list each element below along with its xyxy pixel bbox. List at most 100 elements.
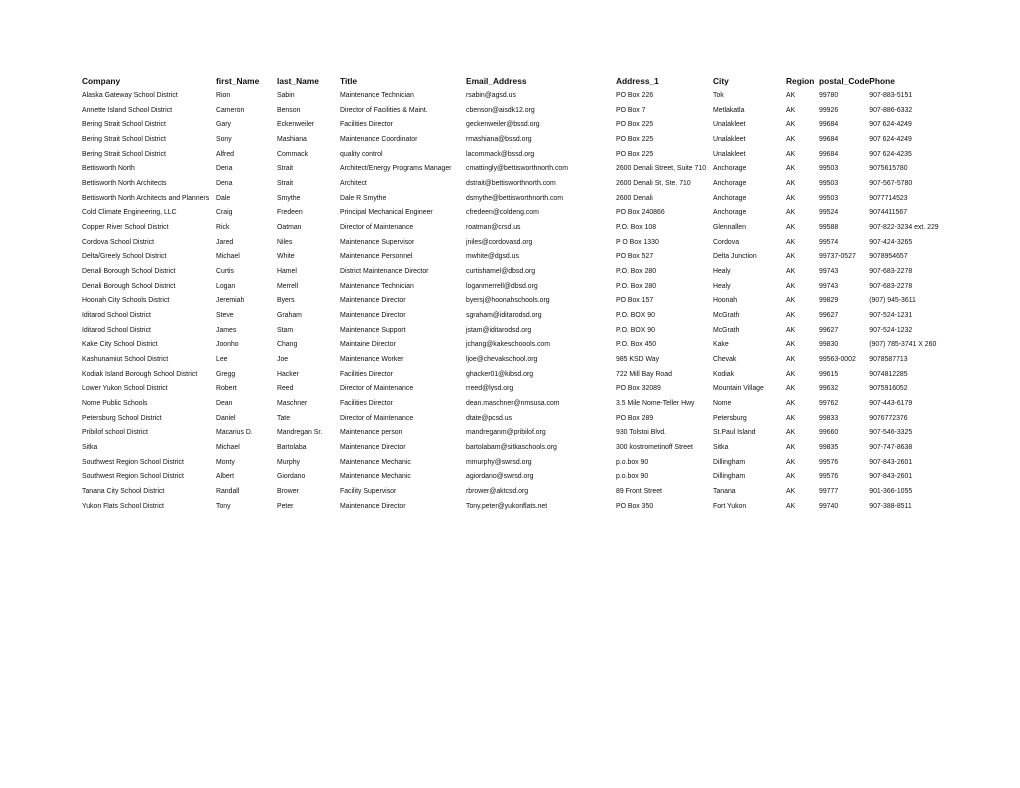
cell-city: Sitka [713, 443, 729, 451]
cell-address: PO Box 157 [616, 297, 654, 305]
cell-address: 300 kostrometinoff Street [616, 443, 693, 451]
cell-company: Pribilof school District [82, 429, 148, 437]
cell-postal-code: 99660 [819, 429, 839, 437]
cell-email-address: rsabin@agsd.us [466, 91, 516, 99]
cell-postal-code: 99743 [819, 267, 839, 275]
cell-last-name: Peter [277, 502, 294, 510]
cell-last-name: Maschner [277, 399, 308, 407]
cell-region: AK [786, 91, 796, 99]
cell-region: AK [786, 150, 796, 158]
cell-address: PO Box 226 [616, 91, 654, 99]
cell-postal-code: 99503 [819, 194, 839, 202]
cell-address: p.o.box 90 [616, 473, 649, 481]
table-row: Cordova School District Jared Niles Mainten… [82, 235, 939, 250]
table-row: Kake City School District Joonho Chang Main… [82, 337, 939, 352]
cell-last-name: Giordano [277, 473, 306, 481]
cell-address: 2600 Denali Street, Suite 710 [616, 165, 707, 173]
cell-phone: 907-843-2601 [869, 458, 913, 466]
column-header-city: City [713, 76, 729, 86]
cell-phone: 907 624-4249 [869, 121, 912, 129]
cell-postal-code: 99743 [819, 282, 839, 290]
cell-city: McGrath [713, 326, 740, 334]
table-row: Annette Island School District Cameron Ben… [82, 103, 939, 118]
cell-last-name: Eckenweiler [277, 121, 315, 129]
cell-postal-code: 99524 [819, 209, 839, 217]
cell-first-name: Daniel [216, 414, 236, 422]
cell-company: Bering Strait School District [82, 135, 166, 143]
cell-first-name: Rion [216, 91, 231, 99]
cell-address: P.O. BOX 90 [616, 326, 655, 334]
cell-region: AK [786, 311, 796, 319]
cell-last-name: Oatman [277, 223, 302, 231]
cell-last-name: Mandregan Sr. [277, 429, 323, 437]
table-row: Denali Borough School District Curtis Hame… [82, 264, 939, 279]
cell-region: AK [786, 106, 796, 114]
cell-title: Principal Mechanical Engineer [340, 209, 433, 217]
cell-company: Iditarod School District [82, 326, 151, 334]
cell-company: Cold Climate Engineering, LLC [82, 209, 177, 217]
cell-postal-code: 99576 [819, 473, 839, 481]
cell-city: Kodiak [713, 370, 735, 378]
cell-first-name: Tony [216, 502, 231, 510]
cell-city: Anchorage [713, 165, 747, 173]
cell-region: AK [786, 341, 796, 349]
table-row: Alaska Gateway School District Rion Sabin M… [82, 88, 939, 103]
cell-first-name: Steve [216, 311, 234, 319]
cell-address: PO Box 240866 [616, 209, 665, 217]
cell-company: Kodiak Island Borough School District [82, 370, 198, 378]
cell-last-name: Joe [277, 355, 289, 363]
column-header-address: Address_1 [616, 76, 659, 86]
cell-title: Maintenance Director [340, 297, 406, 305]
cell-last-name: Byers [277, 297, 295, 305]
cell-city: Healy [713, 282, 731, 290]
cell-region: AK [786, 179, 796, 187]
cell-company: Bettisworth North [82, 165, 135, 173]
cell-first-name: Michael [216, 443, 240, 451]
cell-city: Tanana [713, 487, 736, 495]
cell-first-name: Robert [216, 385, 237, 393]
cell-email-address: mandreganm@pribilof.org [466, 429, 546, 437]
cell-city: Unalakleet [713, 135, 746, 143]
table-row: Delta/Greely School District Michael White… [82, 249, 939, 264]
table-row: Yukon Flats School District Tony Peter Main… [82, 499, 939, 514]
cell-address: P O Box 1330 [616, 238, 659, 246]
cell-phone: 907 624-4249 [869, 135, 912, 143]
column-header-phone: Phone [869, 76, 895, 86]
cell-last-name: Smythe [277, 194, 301, 202]
cell-title: Maintenance Director [340, 502, 406, 510]
cell-email-address: ljoe@chevakschool.org [466, 355, 538, 363]
cell-address: PO Box 7 [616, 106, 646, 114]
cell-email-address: rreed@lysd.org [466, 385, 514, 393]
cell-address: 89 Front Street [616, 487, 662, 495]
cell-address: 985 KSD Way [616, 355, 660, 363]
cell-company: Denali Borough School District [82, 282, 176, 290]
cell-address: PO Box 350 [616, 502, 654, 510]
cell-region: AK [786, 121, 796, 129]
cell-first-name: Sony [216, 135, 232, 143]
cell-last-name: Benson [277, 106, 301, 114]
table-row: Bettisworth North Architects Dena Strait Ar… [82, 176, 939, 191]
cell-phone: 9078954657 [869, 253, 908, 261]
cell-email-address: agiordano@swrsd.org [466, 473, 534, 481]
cell-region: AK [786, 297, 796, 305]
cell-city: Healy [713, 267, 731, 275]
cell-phone: 907-388-8511 [869, 502, 912, 510]
header-row: Company first_Name last_Name Title Email_Add… [82, 74, 939, 88]
cell-first-name: Logan [216, 282, 236, 290]
cell-city: Delta Junction [713, 253, 757, 261]
cell-city: Dillingham [713, 473, 746, 481]
cell-first-name: Gary [216, 121, 231, 129]
cell-company: Alaska Gateway School District [82, 91, 178, 99]
cell-first-name: Rick [216, 223, 230, 231]
cell-address: PO Box 527 [616, 253, 654, 261]
cell-phone: 907-546-3325 [869, 429, 913, 437]
cell-first-name: Dean [216, 399, 233, 407]
cell-region: AK [786, 223, 796, 231]
cell-title: Maintaine Director [340, 341, 396, 349]
cell-email-address: cfredeen@coldeng.com [466, 209, 539, 217]
cell-company: Denali Borough School District [82, 267, 176, 275]
cell-first-name: Macarius D. [216, 429, 253, 437]
cell-first-name: James [216, 326, 237, 334]
cell-last-name: Murphy [277, 458, 300, 466]
cell-company: Bering Strait School District [82, 150, 166, 158]
